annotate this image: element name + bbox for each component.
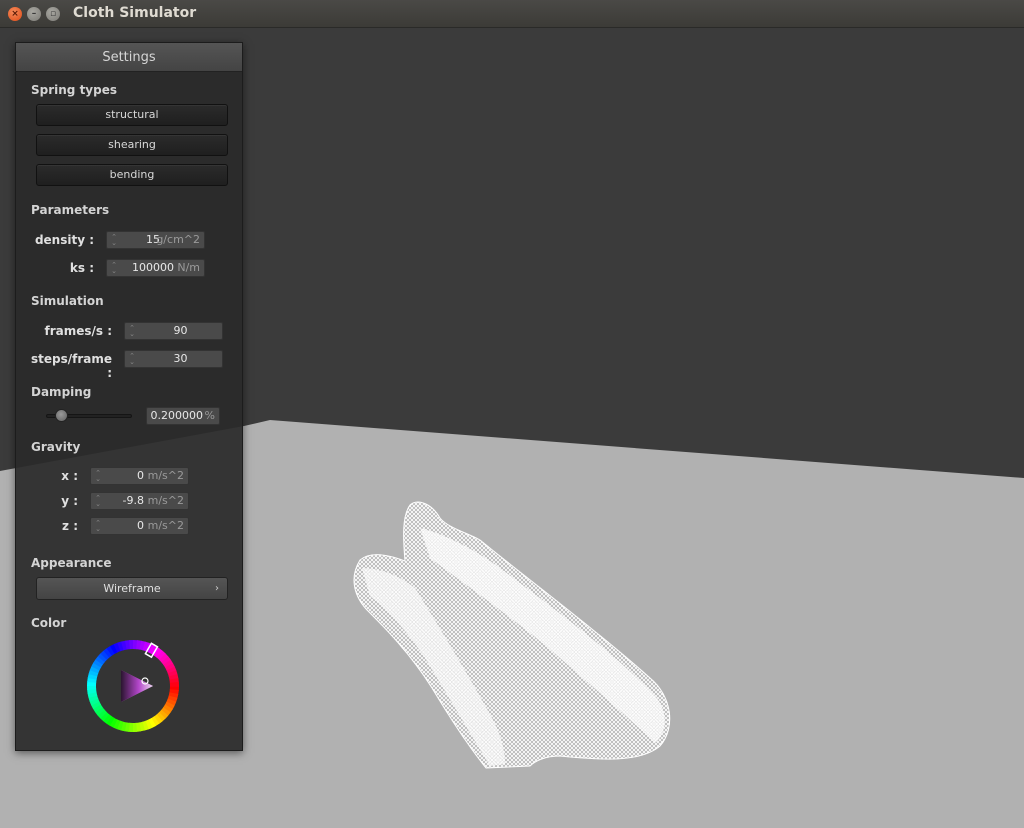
gravity-x-input[interactable]: ⌃ ⌄ 0 m/s^2 [90, 467, 189, 485]
settings-panel-header[interactable]: Settings [16, 43, 242, 72]
steps-input[interactable]: ⌃ ⌄ 30 [124, 350, 223, 368]
fps-label: frames/s : [44, 324, 112, 338]
ks-input[interactable]: ⌃ ⌄ 100000 N/m [106, 259, 205, 277]
spring-types-heading: Spring types [31, 83, 118, 97]
spin-arrows-icon[interactable]: ⌃ ⌄ [95, 470, 101, 483]
color-heading: Color [31, 616, 67, 630]
fps-input[interactable]: ⌃ ⌄ 90 [124, 322, 223, 340]
density-input[interactable]: ⌃ ⌄ 15 g/cm^2 [106, 231, 205, 249]
appearance-selected-value: Wireframe [103, 582, 161, 595]
close-window-button[interactable]: × [8, 7, 22, 21]
damping-value-field[interactable]: 0.200000 % [146, 407, 220, 425]
settings-panel: Settings Spring types structural shearin… [15, 42, 243, 751]
spin-arrows-icon[interactable]: ⌃ ⌄ [111, 234, 117, 247]
gravity-x-label: x : [61, 469, 78, 483]
gravity-y-label: y : [61, 494, 78, 508]
spin-arrows-icon[interactable]: ⌃ ⌄ [95, 495, 101, 508]
gravity-z-label: z : [62, 519, 78, 533]
simulation-heading: Simulation [31, 294, 104, 308]
chevron-right-icon: › [215, 583, 219, 594]
spin-arrows-icon[interactable]: ⌃ ⌄ [129, 353, 135, 366]
steps-label: steps/frame : [30, 352, 112, 380]
gravity-y-input[interactable]: ⌃ ⌄ -9.8 m/s^2 [90, 492, 189, 510]
spin-arrows-icon[interactable]: ⌃ ⌄ [111, 262, 117, 275]
gravity-heading: Gravity [31, 440, 81, 454]
density-label: density : [34, 233, 94, 247]
shearing-toggle-button[interactable]: shearing [36, 134, 228, 156]
damping-slider-handle[interactable] [55, 409, 69, 422]
maximize-window-button[interactable]: ▫ [46, 7, 60, 21]
appearance-dropdown[interactable]: Wireframe › [36, 577, 228, 600]
structural-toggle-button[interactable]: structural [36, 104, 228, 126]
damping-heading: Damping [31, 385, 92, 399]
parameters-heading: Parameters [31, 203, 110, 217]
spin-arrows-icon[interactable]: ⌃ ⌄ [129, 325, 135, 338]
hue-segment[interactable] [169, 681, 179, 687]
bending-toggle-button[interactable]: bending [36, 164, 228, 186]
window-title: Cloth Simulator [73, 5, 197, 21]
ks-label: ks : [69, 261, 94, 275]
spin-arrows-icon[interactable]: ⌃ ⌄ [95, 520, 101, 533]
gravity-z-input[interactable]: ⌃ ⌄ 0 m/s^2 [90, 517, 189, 535]
appearance-heading: Appearance [31, 556, 112, 570]
minimize-window-button[interactable]: – [27, 7, 41, 21]
title-bar: × – ▫ Cloth Simulator [0, 0, 1024, 28]
color-wheel-picker[interactable] [86, 639, 180, 733]
